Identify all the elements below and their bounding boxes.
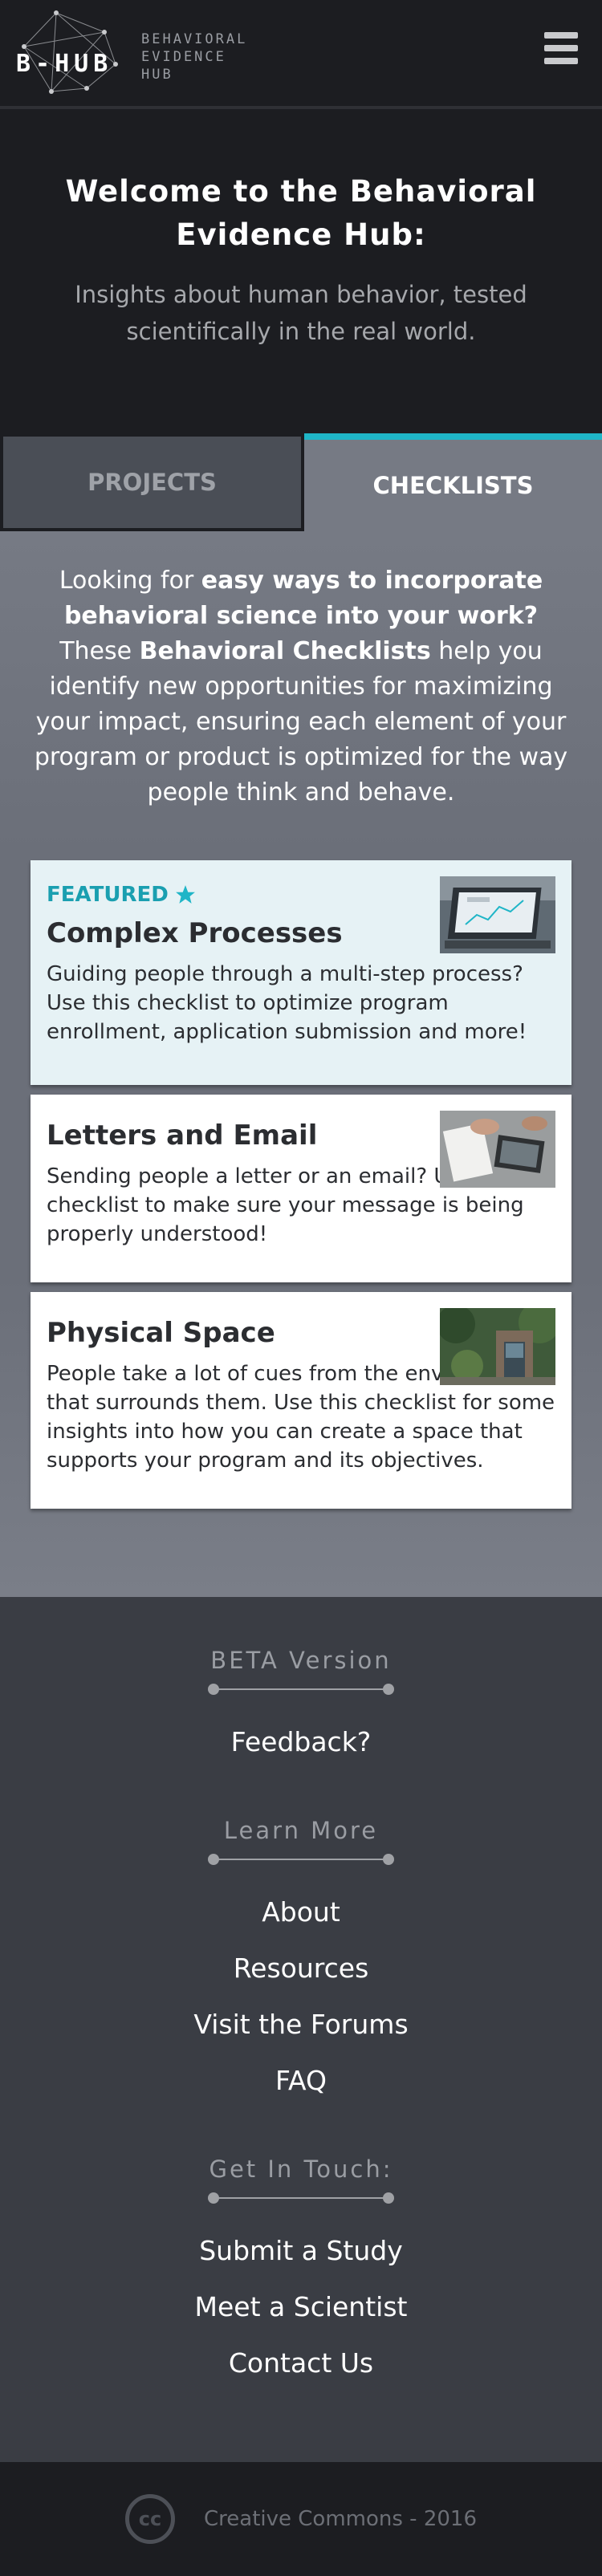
divider (208, 2192, 394, 2204)
footer-section-beta: BETA Version Feedback? (0, 1647, 602, 1770)
page-title: Welcome to the Behavioral Evidence Hub: (65, 174, 537, 252)
garden-building-image (440, 1308, 555, 1385)
tab-projects[interactable]: PROJECTS (0, 433, 304, 531)
checklist-card-physical-space[interactable]: Physical Space People take a lot of cues… (31, 1292, 571, 1509)
footer-heading: BETA Version (210, 1647, 392, 1674)
card-description: Guiding people through a multi-step proc… (47, 962, 527, 1044)
checklist-card-complex-processes[interactable]: FEATURED Complex Processes Guiding peopl… (31, 860, 571, 1085)
logo-subtitle: BEHAVIORAL EVIDENCE HUB (141, 31, 248, 83)
hero: Welcome to the Behavioral Evidence Hub: … (0, 109, 602, 433)
footer-link-submit-study[interactable]: Submit a Study (0, 2223, 602, 2279)
footer-heading: Get In Touch: (209, 2155, 393, 2183)
divider (208, 1684, 394, 1695)
footer-section-get-in-touch: Get In Touch: Submit a Study Meet a Scie… (0, 2155, 602, 2391)
tab-bar: PROJECTS CHECKLISTS (0, 433, 602, 531)
divider (208, 1854, 394, 1865)
checklists-panel: Looking for easy ways to incorporate beh… (0, 531, 602, 1597)
logo-text: B-HUB (16, 50, 113, 78)
intro-text: Looking for easy ways to incorporate beh… (34, 567, 568, 807)
footer-link-meet-scientist[interactable]: Meet a Scientist (0, 2279, 602, 2335)
desk-papers-image (440, 1111, 555, 1188)
footer-link-about[interactable]: About (0, 1884, 602, 1940)
creative-commons-icon: cc (125, 2494, 175, 2544)
footer-link-forums[interactable]: Visit the Forums (0, 1997, 602, 2053)
star-icon (175, 885, 195, 904)
footer-link-feedback[interactable]: Feedback? (0, 1714, 602, 1770)
logo[interactable]: B-HUB BEHAVIORAL EVIDENCE HUB (10, 8, 250, 98)
footer-link-resources[interactable]: Resources (0, 1940, 602, 1997)
top-bar: B-HUB BEHAVIORAL EVIDENCE HUB (0, 0, 602, 109)
footer-section-learn-more: Learn More About Resources Visit the For… (0, 1817, 602, 2109)
footer: BETA Version Feedback? Learn More About … (0, 1597, 602, 2462)
laptop-dashboard-image (440, 876, 555, 953)
tab-checklists[interactable]: CHECKLISTS (304, 433, 602, 531)
footer-link-contact[interactable]: Contact Us (0, 2335, 602, 2391)
footer-link-faq[interactable]: FAQ (0, 2053, 602, 2109)
copyright-bar: cc Creative Commons - 2016 (0, 2462, 602, 2576)
footer-heading: Learn More (223, 1817, 379, 1844)
copyright-text: Creative Commons - 2016 (204, 2507, 477, 2531)
hamburger-icon[interactable] (544, 32, 578, 69)
page-subtitle: Insights about human behavior, tested sc… (75, 281, 527, 345)
checklist-card-letters-and-email[interactable]: Letters and Email Sending people a lette… (31, 1095, 571, 1282)
